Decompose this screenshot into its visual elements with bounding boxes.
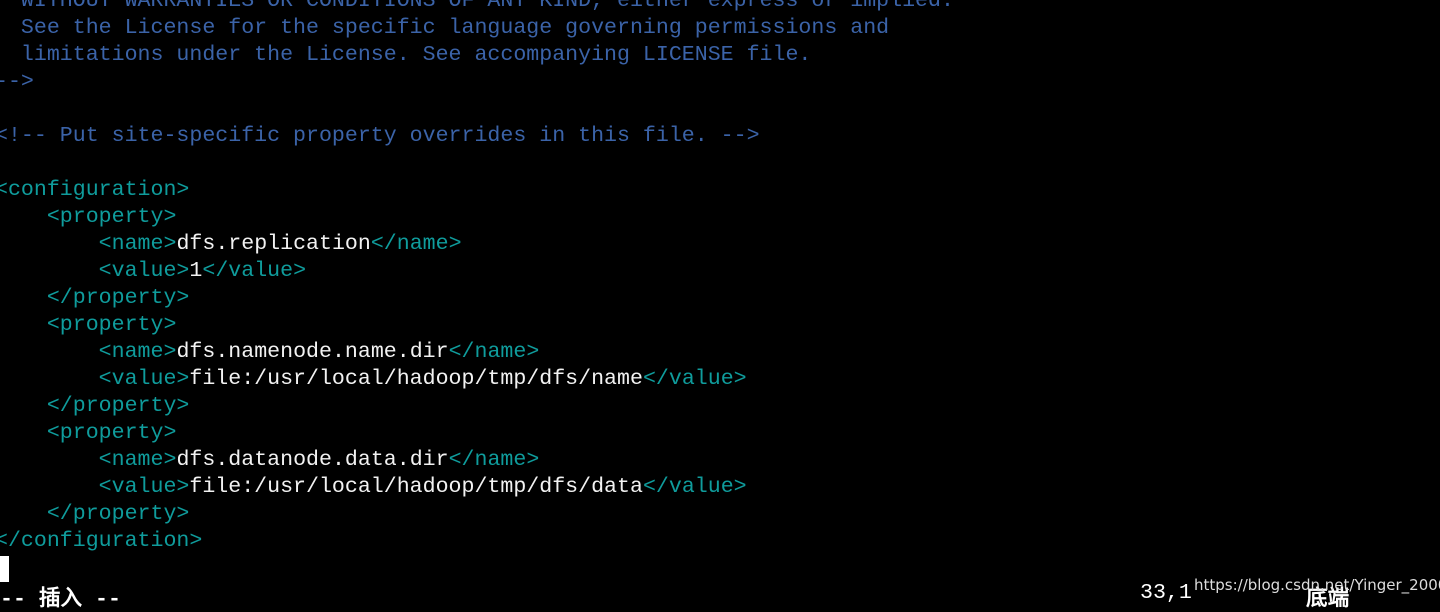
tag: </property> — [46, 286, 190, 310]
property-name: dfs.datanode.data.dir — [176, 448, 449, 472]
tag: <value> — [98, 367, 190, 391]
comment-end: --> — [0, 70, 34, 94]
property-value: file:/usr/local/hadoop/tmp/dfs/data — [189, 475, 643, 499]
property-name: dfs.namenode.name.dir — [176, 340, 449, 364]
name-line: <name>dfs.datanode.data.dir</name> — [0, 447, 954, 474]
comment-line: limitations under the License. See accom… — [0, 43, 812, 67]
tag: <name> — [98, 232, 177, 256]
property-value: file:/usr/local/hadoop/tmp/dfs/name — [189, 367, 643, 391]
tag: <property> — [46, 205, 177, 229]
tag: </name> — [370, 232, 462, 256]
tag: <name> — [98, 448, 177, 472]
value-line: <value>file:/usr/local/hadoop/tmp/dfs/na… — [0, 366, 954, 393]
property-value: 1 — [189, 259, 203, 283]
mode-indicator: -- 插入 -- — [0, 588, 121, 612]
tag: <value> — [98, 259, 190, 283]
comment-line: See the License for the specific languag… — [0, 16, 890, 40]
name-line: <name>dfs.replication</name> — [0, 231, 954, 258]
property-close-tag: </property> — [0, 501, 954, 528]
tag: </name> — [448, 340, 540, 364]
tag: </name> — [448, 448, 540, 472]
property-open-tag: <property> — [0, 204, 954, 231]
property-close-tag: </property> — [0, 393, 954, 420]
vim-editor-buffer[interactable]: WITHOUT WARRANTIES OR CONDITIONS OF ANY … — [0, 0, 954, 555]
value-line: <value>file:/usr/local/hadoop/tmp/dfs/da… — [0, 474, 954, 501]
value-line: <value>1</value> — [0, 258, 954, 285]
tag: <property> — [46, 421, 177, 445]
property-name: dfs.replication — [176, 232, 371, 256]
tag: <property> — [46, 313, 177, 337]
site-comment: <!-- Put site-specific property override… — [0, 124, 760, 148]
property-close-tag: </property> — [0, 285, 954, 312]
tag: </property> — [46, 502, 190, 526]
name-line: <name>dfs.namenode.name.dir</name> — [0, 339, 954, 366]
tag: </value> — [642, 367, 747, 391]
text-cursor — [0, 556, 9, 582]
tag: </value> — [202, 259, 307, 283]
watermark: https://blog.csdn.net/Yinger_2000 — [1194, 576, 1440, 594]
comment-line: WITHOUT WARRANTIES OR CONDITIONS OF ANY … — [0, 0, 954, 13]
configuration-close-tag: </configuration> — [0, 529, 203, 553]
tag: <name> — [98, 340, 177, 364]
tag: </value> — [642, 475, 747, 499]
cursor-position: 33,1 — [1140, 581, 1192, 605]
tag: </property> — [46, 394, 190, 418]
tag: <value> — [98, 475, 190, 499]
property-open-tag: <property> — [0, 420, 954, 447]
property-open-tag: <property> — [0, 312, 954, 339]
configuration-open-tag: <configuration> — [0, 178, 190, 202]
